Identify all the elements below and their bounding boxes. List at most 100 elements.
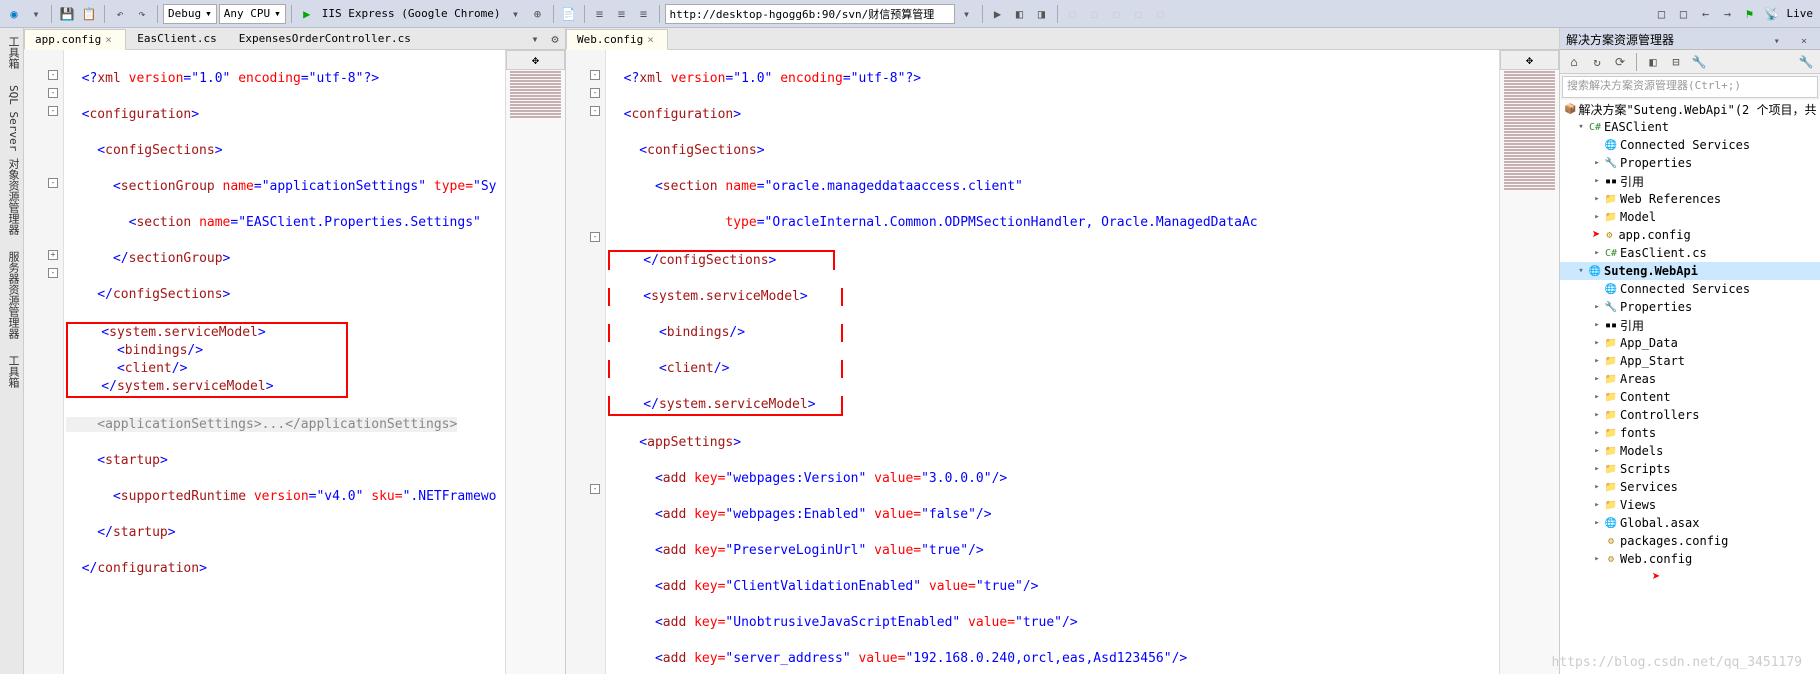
tree-item[interactable]: ▸📁Scripts	[1560, 460, 1820, 478]
arrow-right-icon[interactable]: →	[1718, 4, 1738, 24]
live-icon[interactable]: 📡	[1762, 4, 1782, 24]
tree-item[interactable]: ▸📁App_Start	[1560, 352, 1820, 370]
tree-root[interactable]: 📦解决方案"Suteng.WebApi"(2 个项目，共 2 个)	[1560, 100, 1820, 118]
tree-item-appconfig[interactable]: ➤⚙app.config	[1560, 226, 1820, 244]
tree-item-webconfig[interactable]: ▸⚙Web.config	[1560, 550, 1820, 568]
close-icon[interactable]: ×	[647, 33, 657, 46]
fold-icon[interactable]: -	[590, 232, 600, 242]
browser-icon[interactable]: ⊕	[528, 4, 548, 24]
tab-dropdown-icon[interactable]: ▾	[525, 29, 545, 49]
save-all-icon[interactable]: 📋	[79, 4, 99, 24]
refresh-icon[interactable]: ↻	[1587, 52, 1607, 72]
undo-icon[interactable]: ↶	[110, 4, 130, 24]
split-icon[interactable]: ✥	[506, 50, 565, 70]
tab-easclient[interactable]: EasClient.cs	[126, 28, 227, 49]
fold-icon[interactable]: +	[48, 250, 58, 260]
split-icon[interactable]: ✥	[1500, 50, 1559, 70]
close-icon[interactable]: ×	[105, 33, 115, 46]
disabled-b-icon: ◻	[1085, 4, 1105, 24]
arrow-annotation: ➤	[1560, 568, 1820, 586]
tool-b-icon[interactable]: ◧	[1010, 4, 1030, 24]
showall-icon[interactable]: ◧	[1643, 52, 1663, 72]
tree-item[interactable]: ▸🌐Global.asax	[1560, 514, 1820, 532]
left-minimap[interactable]: ✥	[505, 50, 565, 674]
run-target[interactable]: IIS Express (Google Chrome)	[319, 7, 504, 20]
fold-icon[interactable]: -	[48, 268, 58, 278]
tree-item[interactable]: ▸C#EasClient.cs	[1560, 244, 1820, 262]
tree-item[interactable]: ▸📁Services	[1560, 478, 1820, 496]
tree-proj-easclient[interactable]: ▾C#EASClient	[1560, 118, 1820, 136]
left-gutter[interactable]: - - - - + -	[24, 50, 64, 674]
tree-item[interactable]: 🌐Connected Services	[1560, 280, 1820, 298]
collapse-icon[interactable]: ⊟	[1666, 52, 1686, 72]
play-icon[interactable]: ▶	[297, 4, 317, 24]
fold-icon[interactable]: -	[48, 70, 58, 80]
tree-item[interactable]: 🌐Connected Services	[1560, 136, 1820, 154]
tree-item[interactable]: ▸📁Controllers	[1560, 406, 1820, 424]
outdent-icon[interactable]: ≡	[612, 4, 632, 24]
fold-icon[interactable]: -	[590, 70, 600, 80]
tab-web-config[interactable]: Web.config×	[566, 29, 668, 50]
ext2-icon[interactable]: □	[1674, 4, 1694, 24]
fold-icon[interactable]: -	[590, 484, 600, 494]
run-dropdown-icon[interactable]: ▾	[506, 4, 526, 24]
disabled-a-icon: ◻	[1063, 4, 1083, 24]
wrench-icon[interactable]: 🔧	[1796, 52, 1816, 72]
comment-icon[interactable]: ≡	[634, 4, 654, 24]
properties-icon[interactable]: 🔧	[1689, 52, 1709, 72]
side-tab-server-explorer[interactable]: 服务器资源管理器	[0, 243, 23, 347]
step1-icon[interactable]: 📄	[559, 4, 579, 24]
fold-icon[interactable]: -	[48, 88, 58, 98]
fold-icon[interactable]: -	[48, 178, 58, 188]
tree-item[interactable]: ▸📁Views	[1560, 496, 1820, 514]
solution-search[interactable]: 搜索解决方案资源管理器(Ctrl+;)	[1562, 76, 1818, 98]
arrow-icon: ➤	[1592, 227, 1600, 243]
tab-expenses[interactable]: ExpensesOrderController.cs	[228, 28, 422, 49]
right-gutter[interactable]: - - - - -	[566, 50, 606, 674]
tool-a-icon[interactable]: ▶	[988, 4, 1008, 24]
tree-item[interactable]: ▸📁Models	[1560, 442, 1820, 460]
platform-combo[interactable]: Any CPU▾	[219, 4, 286, 24]
fold-icon[interactable]: -	[48, 106, 58, 116]
close-icon[interactable]: ×	[1794, 31, 1814, 51]
redo-icon[interactable]: ↷	[132, 4, 152, 24]
nav-dropdown-icon[interactable]: ▾	[26, 4, 46, 24]
right-minimap[interactable]: ✥	[1499, 50, 1559, 674]
solution-title: 解决方案资源管理器 ▾ ×	[1560, 28, 1820, 50]
tree-item[interactable]: ▸📁App_Data	[1560, 334, 1820, 352]
nav-back-icon[interactable]: ◉	[4, 4, 24, 24]
tree-item[interactable]: ▸📁fonts	[1560, 424, 1820, 442]
side-tab-toolbox[interactable]: 工具箱	[0, 28, 23, 77]
sync-icon[interactable]: ⟳	[1610, 52, 1630, 72]
config-combo[interactable]: Debug▾	[163, 4, 217, 24]
home-icon[interactable]: ⌂	[1564, 52, 1584, 72]
tab-app-config[interactable]: app.config×	[24, 29, 126, 50]
tree-item[interactable]: ▸🔧Properties	[1560, 298, 1820, 316]
tab-gear-icon[interactable]: ⚙	[545, 29, 565, 49]
tree-item[interactable]: ▸📁Content	[1560, 388, 1820, 406]
ext1-icon[interactable]: □	[1652, 4, 1672, 24]
side-tab-sqlserver[interactable]: SQL Server 对象资源管理器	[0, 77, 23, 243]
tree-proj-suteng[interactable]: ▾🌐Suteng.WebApi	[1560, 262, 1820, 280]
fold-icon[interactable]: -	[590, 88, 600, 98]
tree-item[interactable]: ▸📁Web References	[1560, 190, 1820, 208]
tree-item[interactable]: ▸📁Areas	[1560, 370, 1820, 388]
tree-item[interactable]: ⚙packages.config	[1560, 532, 1820, 550]
tree-item[interactable]: ▸📁Model	[1560, 208, 1820, 226]
save-icon[interactable]: 💾	[57, 4, 77, 24]
flag-icon[interactable]: ⚑	[1740, 4, 1760, 24]
fold-icon[interactable]: -	[590, 106, 600, 116]
left-editor: - - - - + - <?xml version="1.0" encoding…	[24, 50, 565, 674]
indent-icon[interactable]: ≡	[590, 4, 610, 24]
url-dropdown-icon[interactable]: ▾	[957, 4, 977, 24]
tree-item[interactable]: ▸▪▪引用	[1560, 172, 1820, 190]
pin-icon[interactable]: ▾	[1767, 31, 1787, 51]
side-tab-toolbox2[interactable]: 工具箱	[0, 347, 23, 396]
tree-item[interactable]: ▸🔧Properties	[1560, 154, 1820, 172]
tree-item[interactable]: ▸▪▪引用	[1560, 316, 1820, 334]
arrow-left-icon[interactable]: ←	[1696, 4, 1716, 24]
url-input[interactable]	[665, 4, 955, 24]
left-code[interactable]: <?xml version="1.0" encoding="utf-8"?> <…	[64, 50, 505, 674]
right-code[interactable]: <?xml version="1.0" encoding="utf-8"?> <…	[606, 50, 1499, 674]
tool-c-icon[interactable]: ◨	[1032, 4, 1052, 24]
